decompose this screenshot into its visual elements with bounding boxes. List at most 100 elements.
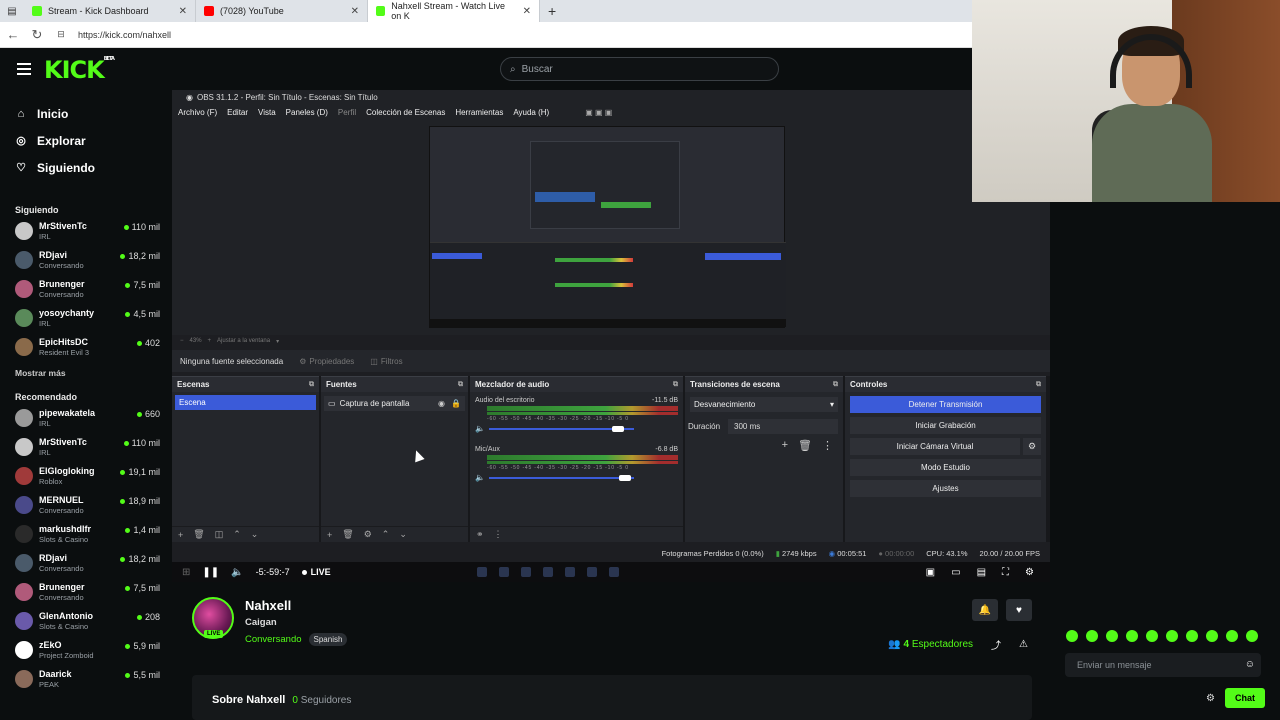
sidebar-channel[interactable]: ElGlogloking Roblox 19,1 mil xyxy=(0,466,172,495)
streamer-name[interactable]: Nahxell xyxy=(245,598,291,613)
emote-icon[interactable] xyxy=(1206,630,1218,642)
bell-icon[interactable]: 🔔 xyxy=(972,599,998,621)
reload-icon[interactable]: ↻ xyxy=(30,27,44,43)
dock-menu-icon: ⧉ xyxy=(1036,380,1041,388)
sidebar-channel[interactable]: MERNUEL Conversando 18,9 mil xyxy=(0,495,172,524)
emote-icon[interactable] xyxy=(1246,630,1258,642)
settings-button: Ajustes xyxy=(850,480,1041,497)
youtube-favicon-icon xyxy=(204,6,214,16)
channel-name: EpicHitsDC xyxy=(39,337,89,347)
avatar xyxy=(15,670,33,688)
browser-tab-youtube[interactable]: (7028) YouTube ✕ xyxy=(196,0,368,22)
rec-time: ● 00:00:00 xyxy=(878,549,915,558)
share-icon[interactable]: ⤴ xyxy=(991,637,1001,652)
streamer-figure xyxy=(1092,20,1212,202)
sidebar-channel[interactable]: pipewakatela IRL 660 xyxy=(0,408,172,437)
sidebar-channel[interactable]: GlenAntonio Slots & Casino 208 xyxy=(0,611,172,640)
new-tab-button[interactable]: + xyxy=(540,0,564,22)
nav-label: Explorar xyxy=(37,133,86,148)
channel-viewers: 7,5 mil xyxy=(125,583,160,593)
broadcast-icon: ◉ xyxy=(828,549,836,558)
pause-button[interactable]: ❚❚ xyxy=(202,567,219,578)
browser-tab-dashboard[interactable]: Stream - Kick Dashboard ✕ xyxy=(24,0,196,22)
channel-info: Daarick PEAK xyxy=(39,669,125,689)
live-dot-icon xyxy=(125,282,131,288)
site-info-icon[interactable]: ⊟ xyxy=(54,29,68,40)
heart-icon[interactable]: ♥ xyxy=(1006,599,1032,621)
sidebar-channel[interactable]: Brunenger Conversando 7,5 mil xyxy=(0,582,172,611)
url-field[interactable]: https://kick.com/nahxell xyxy=(78,30,171,40)
sources-title: Fuentes xyxy=(326,380,357,389)
sidebar-channel[interactable]: zEkO Project Zomboid 5,9 mil xyxy=(0,640,172,669)
window-menu-icon[interactable]: ▤ xyxy=(0,0,24,22)
sidebar-channel[interactable]: RDjavi Conversando 18,2 mil xyxy=(0,553,172,582)
users-icon: 👥 xyxy=(888,639,901,650)
search-input[interactable]: ⌕ Buscar xyxy=(500,57,779,81)
sidebar-item-explorar[interactable]: ◎ Explorar xyxy=(15,127,157,154)
live-label: LIVE xyxy=(310,567,331,577)
sidebar-channel[interactable]: MrStivenTc IRL 110 mil xyxy=(0,221,172,250)
sidebar-channel[interactable]: RDjavi Conversando 18,2 mil xyxy=(0,250,172,279)
show-more-link[interactable]: Mostrar más xyxy=(0,368,172,378)
sidebar-channel[interactable]: MrStivenTc IRL 110 mil xyxy=(0,437,172,466)
chat-send-button[interactable]: Chat xyxy=(1225,688,1265,708)
dock-title: Fuentes ⧉ xyxy=(321,376,468,392)
sidebar-channel[interactable]: yosoychanty IRL 4,5 mil xyxy=(0,308,172,337)
channel-category: Conversando xyxy=(39,593,84,602)
emote-icon[interactable] xyxy=(1066,630,1078,642)
emote-icon[interactable] xyxy=(1106,630,1118,642)
channel-category: Conversando xyxy=(39,564,84,573)
hamburger-menu-icon[interactable] xyxy=(17,63,31,75)
live-dot-icon xyxy=(120,253,126,259)
stop-stream-button: Detener Transmisión xyxy=(850,396,1041,413)
avatar xyxy=(15,222,33,240)
logo-text: KICK xyxy=(44,56,105,84)
volume-icon[interactable]: 🔈 xyxy=(231,567,243,578)
browser-tab-stream[interactable]: Nahxell Stream - Watch Live on K ✕ xyxy=(368,0,540,22)
captions-icon[interactable]: ▤ xyxy=(977,567,986,578)
channel-name: yosoychanty xyxy=(39,308,95,318)
language-tag[interactable]: Spanish xyxy=(308,633,348,646)
close-tab-icon[interactable]: ✕ xyxy=(179,6,187,17)
sidebar-channel[interactable]: Brunenger Conversando 7,5 mil xyxy=(0,279,172,308)
emote-icon[interactable] xyxy=(1186,630,1198,642)
mixer-tracks: Audio del escritorio -11.5 dB -60 -55 -50 … xyxy=(470,394,683,482)
close-tab-icon[interactable]: ✕ xyxy=(351,6,359,17)
sidebar-channel[interactable]: Daarick PEAK 5,5 mil xyxy=(0,669,172,698)
live-dot-icon xyxy=(125,643,131,649)
channel-category: Roblox xyxy=(39,477,63,486)
sidebar-item-siguiendo[interactable]: ♡ Siguiendo xyxy=(15,154,157,181)
category-link[interactable]: Conversando xyxy=(245,634,302,645)
emote-icon[interactable] xyxy=(1126,630,1138,642)
channel-category: PEAK xyxy=(39,680,60,689)
emote-icon[interactable] xyxy=(1086,630,1098,642)
settings-icon[interactable]: ⚙ xyxy=(1025,567,1034,578)
channel-viewers: 19,1 mil xyxy=(120,467,160,477)
live-dot-icon xyxy=(125,527,131,533)
emote-icon[interactable] xyxy=(1226,630,1238,642)
theater-icon[interactable]: ▭ xyxy=(951,567,960,578)
chat-input[interactable]: Enviar un mensaje ☺ xyxy=(1065,653,1261,677)
chat-panel: Enviar un mensaje ☺ ⚙ Chat xyxy=(1050,202,1280,720)
fps: 20.00 / 20.00 FPS xyxy=(979,549,1040,558)
volume-slider xyxy=(488,474,634,481)
gear-icon[interactable]: ⚙ xyxy=(1206,693,1215,704)
warning-icon[interactable]: ⚠ xyxy=(1019,639,1028,650)
pip-icon[interactable]: ▣ xyxy=(926,567,935,578)
dock-menu-icon: ⧉ xyxy=(458,380,463,388)
obs-menu-item: Archivo (F) xyxy=(178,108,218,117)
kick-logo[interactable]: KICKBETA xyxy=(44,56,115,84)
viewer-count: 5,9 mil xyxy=(133,641,160,651)
trash-icon: 🗑 xyxy=(342,529,354,539)
back-icon[interactable]: ← xyxy=(6,27,20,42)
emoji-icon[interactable]: ☺ xyxy=(1245,659,1255,670)
fullscreen-icon[interactable]: ⛶ xyxy=(1002,567,1009,578)
close-tab-icon[interactable]: ✕ xyxy=(523,6,531,17)
emote-icon[interactable] xyxy=(1146,630,1158,642)
sidebar-channel[interactable]: EpicHitsDC Resident Evil 3 402 xyxy=(0,337,172,366)
obs-zoom-row: − 43% + Ajustar a la ventana ▾ xyxy=(172,335,1050,347)
sidebar-channel[interactable]: markushdlfr Slots & Casino 1,4 mil xyxy=(0,524,172,553)
video-player[interactable]: ◉ OBS 31.1.2 - Perfil: Sin Título - Escen… xyxy=(172,90,1050,582)
sidebar-item-inicio[interactable]: ⌂ Inicio xyxy=(15,100,157,127)
emote-icon[interactable] xyxy=(1166,630,1178,642)
